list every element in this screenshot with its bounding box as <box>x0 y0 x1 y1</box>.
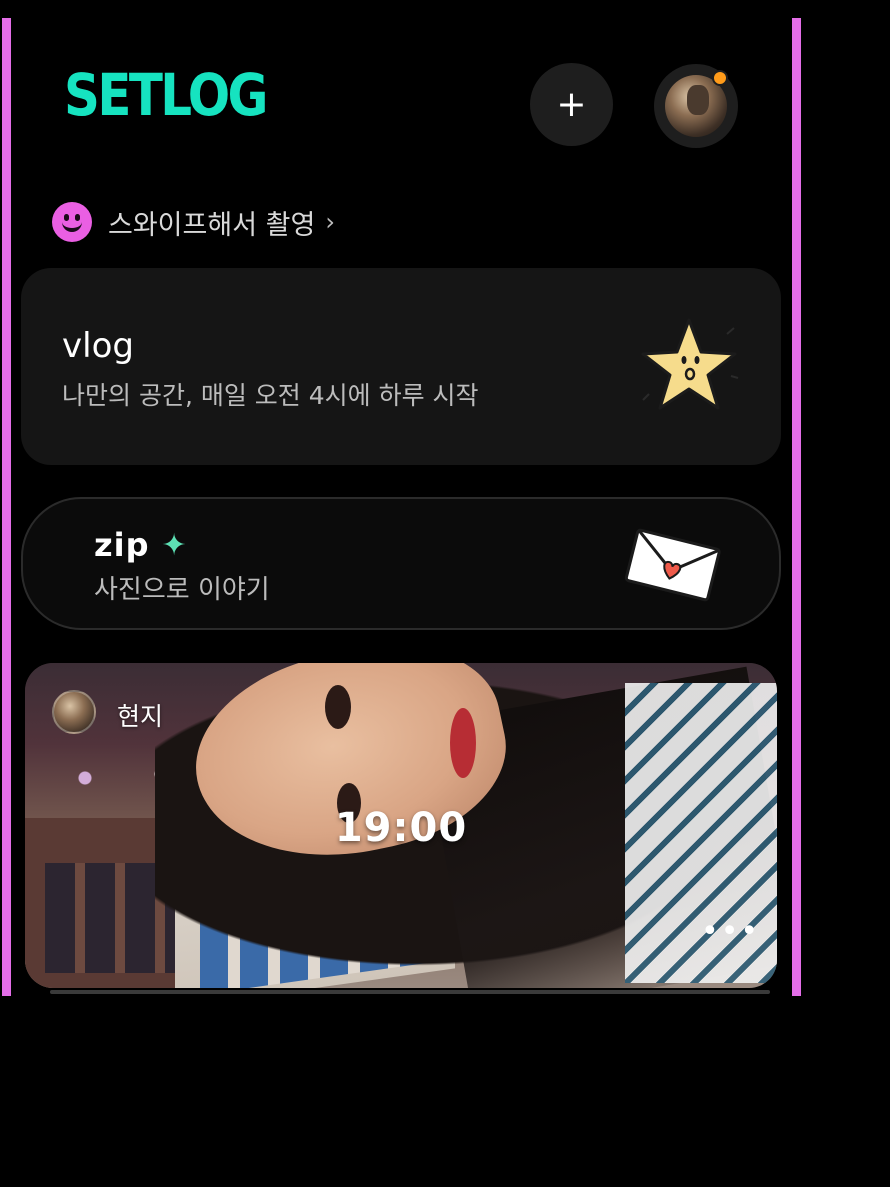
post-author-avatar[interactable] <box>52 690 96 734</box>
star-icon <box>641 318 739 410</box>
sparkle-icon: ✦ <box>161 527 188 563</box>
left-frame-rail <box>2 18 11 996</box>
vlog-title: vlog <box>62 326 134 366</box>
post-time: 19:00 <box>334 805 468 851</box>
zip-title-row: zip ✦ <box>94 526 188 564</box>
right-frame-rail <box>792 18 801 996</box>
smiley-icon <box>52 202 92 242</box>
vlog-subtitle: 나만의 공간, 매일 오전 4시에 하루 시작 <box>62 381 479 410</box>
zip-card[interactable]: zip ✦ 사진으로 이야기 <box>21 497 781 630</box>
photo-post[interactable]: 현지 19:00 ••• <box>25 663 777 988</box>
letter-icon <box>624 528 721 602</box>
app-screen: SETLOG + 스와이프해서 촬영 › vlog 나만의 공간, 매일 오전 … <box>0 0 890 1187</box>
add-button[interactable]: + <box>530 63 613 146</box>
swipe-hint-label: 스와이프해서 촬영 <box>108 209 316 241</box>
zip-subtitle: 사진으로 이야기 <box>94 575 270 605</box>
app-logo: SETLOG <box>64 61 268 129</box>
plus-icon: + <box>556 83 587 125</box>
vlog-card[interactable]: vlog 나만의 공간, 매일 오전 4시에 하루 시작 <box>21 268 781 465</box>
notification-dot <box>712 70 728 86</box>
chevron-right-icon: › <box>325 208 335 236</box>
post-author-name[interactable]: 현지 <box>117 697 163 733</box>
more-options-icon[interactable]: ••• <box>701 917 760 947</box>
scroll-indicator <box>50 990 770 994</box>
zip-title: zip <box>94 526 150 564</box>
swipe-to-shoot-link[interactable]: 스와이프해서 촬영 › <box>52 201 335 243</box>
